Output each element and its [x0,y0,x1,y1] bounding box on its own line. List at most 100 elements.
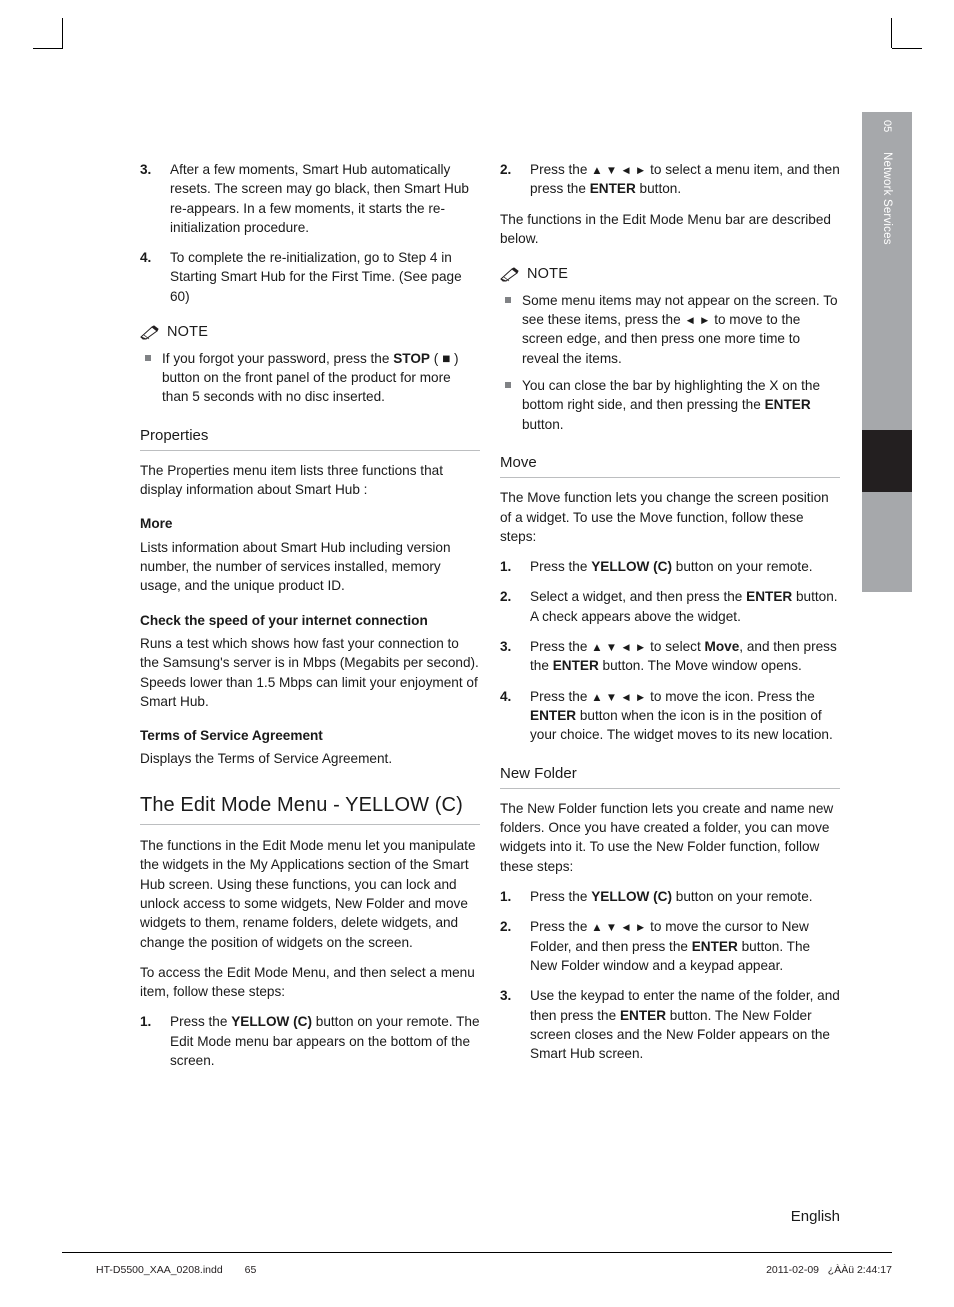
direction-arrows-icon: ▲ ▼ ◄ ► [591,691,647,704]
footer-file-info: HT-D5500_XAA_0208.indd 65 [96,1264,256,1276]
edit-mode-paragraph-1: The functions in the Edit Mode menu let … [140,838,476,950]
note-text: Some menu items may not appear on the sc… [522,291,840,368]
note-text-part-b: button. [522,416,564,432]
note-heading: NOTE [140,322,480,343]
step-number: 2. [500,919,512,935]
step-text-bold: YELLOW (C) [231,1014,312,1030]
square-bullet-icon [140,349,162,407]
step-number: 1. [140,1014,152,1030]
chapter-title: Network Services [881,152,893,245]
step-text-part-a: Press the [170,1014,232,1030]
step-text: To complete the re-initialization, go to… [170,250,462,304]
terms-paragraph: Displays the Terms of Service Agreement. [140,751,393,767]
step-text-part-b: button on your remote. [672,559,813,575]
square-bullet-icon [500,376,522,434]
step-number: 1. [500,559,512,575]
step-text-bold: ENTER [619,1007,667,1023]
step-text: Press the ▲ ▼ ◄ ► to select a menu item,… [530,160,840,199]
step-text-bold: YELLOW (C) [591,889,672,905]
heading-properties: Properties [140,425,480,451]
step-number: 3. [140,162,152,177]
note-text-bold: ENTER [764,397,811,413]
chapter-number: 05 [881,120,893,133]
list-item: 3. Use the keypad to enter the name of t… [500,986,840,1063]
step-text-part-c: button when the icon is in the position … [530,707,833,743]
step-text: Select a widget, and then press the ENTE… [530,587,840,626]
list-item: 1. Press the YELLOW (C) button on your r… [500,557,840,576]
note-label: NOTE [167,324,209,341]
step-number: 2. [500,589,512,605]
heading-more: More [140,516,173,532]
step-number: 2. [500,162,512,177]
step-text: After a few moments, Smart Hub automatic… [170,162,469,235]
note-list-item: You can close the bar by highlighting th… [500,376,840,434]
edit-mode-bar-intro: The functions in the Edit Mode Menu bar … [500,211,831,246]
list-item: 2. Select a widget, and then press the E… [500,587,840,626]
chapter-side-tab: 05 Network Services [862,112,912,592]
step-text: Press the YELLOW (C) button on your remo… [530,557,840,576]
step-text-part-a: Press the [530,889,592,905]
step-number: 1. [500,889,512,905]
list-item: 1. Press the YELLOW (C) button on your r… [500,887,840,906]
step-text: Press the YELLOW (C) button on your remo… [530,887,840,906]
speed-paragraph-1: Runs a test which shows how fast your co… [140,635,479,671]
direction-arrows-icon: ▲ ▼ ◄ ► [591,641,647,654]
step-text-part-a: Press the [530,688,592,704]
note-text: If you forgot your password, press the S… [162,349,480,407]
list-item: 4. Press the ▲ ▼ ◄ ► to move the icon. P… [500,687,840,745]
square-bullet-icon [500,291,522,368]
heading-check-speed: Check the speed of your internet connect… [140,612,428,628]
footer-time: ¿ÀÀü 2:44:17 [827,1264,892,1276]
new-folder-paragraph: The New Folder function lets you create … [500,800,834,874]
list-item: 3. Press the ▲ ▼ ◄ ► to select Move, and… [500,637,840,676]
direction-arrows-icon: ◄ ► [684,315,711,328]
step-number: 3. [500,638,512,654]
right-text-column: 2. Press the ▲ ▼ ◄ ► to select a menu it… [500,160,840,1074]
footer-divider [62,1252,892,1253]
step-text-part-a: Press the [530,559,592,575]
step-text-bold-2: ENTER [552,658,599,674]
heading-edit-mode-menu: The Edit Mode Menu - YELLOW (C) [140,791,480,826]
step-text: Press the ▲ ▼ ◄ ► to move the cursor to … [530,917,840,975]
direction-arrows-icon: ▲ ▼ ◄ ► [591,922,647,935]
heading-terms: Terms of Service Agreement [140,728,323,744]
note-text: You can close the bar by highlighting th… [522,376,840,434]
more-paragraph: Lists information about Smart Hub includ… [140,539,451,594]
footer-timestamp: 2011-02-09 ¿ÀÀü 2:44:17 [766,1264,892,1276]
step-text: Press the ▲ ▼ ◄ ► to select Move, and th… [530,637,840,676]
step-text: Press the YELLOW (C) button on your remo… [170,1012,480,1070]
note-label: NOTE [527,266,569,283]
step-text-part-c: button. [635,181,682,197]
step-text: Use the keypad to enter the name of the … [530,986,840,1063]
crop-mark-top-right-h [892,48,922,49]
heading-new-folder: New Folder [500,763,840,789]
footer-date: 2011-02-09 [766,1264,820,1276]
properties-paragraph: The Properties menu item lists three fun… [140,462,443,498]
pencil-note-icon [500,267,520,282]
note-heading: NOTE [500,264,840,285]
list-item: 1. Press the YELLOW (C) button on your r… [140,1012,480,1070]
step-text-part-a: Press the [530,162,592,177]
note-list-item: If you forgot your password, press the S… [140,349,480,407]
step-number: 3. [500,988,512,1004]
list-item: 2. Press the ▲ ▼ ◄ ► to select a menu it… [500,160,840,199]
page-language-label: English [790,1208,840,1225]
step-text-bold-1: Move [704,638,740,654]
side-tab-active-segment [862,430,912,492]
step-number: 4. [140,250,152,266]
page-number: 65 [244,1264,257,1276]
step-number: 4. [500,688,512,704]
note-text-bold: STOP [393,350,430,366]
crop-mark-top-left-h [33,48,63,49]
note-list-item: Some menu items may not appear on the sc… [500,291,840,368]
step-text-part-a: Select a widget, and then press the [530,589,747,605]
list-item: 4. To complete the re-initialization, go… [140,248,480,306]
footer-file-name: HT-D5500_XAA_0208.indd [96,1264,223,1276]
step-text-part-a: Press the [530,919,592,935]
step-text-bold: ENTER [691,938,738,954]
step-text-part-d: button. The Move window opens. [598,658,802,674]
step-text-part-a: Press the [530,638,592,654]
crop-mark-top-left-v [62,18,63,48]
pencil-note-icon [140,325,160,340]
heading-move: Move [500,452,840,479]
